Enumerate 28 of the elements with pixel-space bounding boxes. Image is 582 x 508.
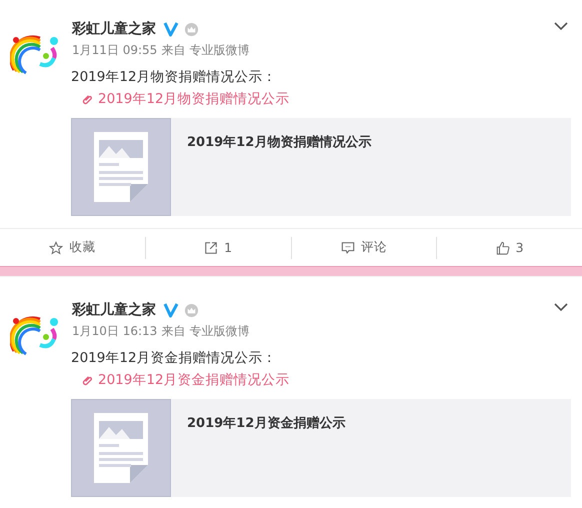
thumbs-up-icon xyxy=(496,240,510,254)
source-label: 来自 xyxy=(161,42,186,59)
article-card[interactable]: 2019年12月资金捐赠公示 xyxy=(71,399,571,497)
document-icon xyxy=(94,413,148,483)
star-icon xyxy=(49,240,64,254)
source-link[interactable]: 专业版微博 xyxy=(189,42,250,59)
comment-icon xyxy=(340,240,355,254)
post-time[interactable]: 1月11日 09:55 xyxy=(72,42,158,59)
source-label: 来自 xyxy=(161,323,186,340)
link-icon xyxy=(81,374,94,386)
card-title: 2019年12月资金捐赠公示 xyxy=(186,414,346,433)
chevron-down-icon[interactable] xyxy=(554,303,568,311)
source-link[interactable]: 专业版微博 xyxy=(189,323,250,340)
favorite-button[interactable]: 收藏 xyxy=(0,229,145,266)
share-button[interactable]: 1 xyxy=(146,229,290,266)
comment-button[interactable]: 评论 xyxy=(292,229,436,266)
post-time[interactable]: 1月10日 16:13 xyxy=(72,323,158,340)
chevron-down-icon[interactable] xyxy=(554,22,568,30)
document-icon xyxy=(94,132,148,202)
like-button[interactable]: 3 xyxy=(437,229,582,266)
post-text: 2019年12月物资捐赠情况公示： xyxy=(71,68,278,87)
link-icon xyxy=(81,92,94,106)
post-text: 2019年12月资金捐赠情况公示： xyxy=(71,349,278,368)
author-name[interactable]: 彩虹儿童之家 xyxy=(72,301,156,319)
author-name[interactable]: 彩虹儿童之家 xyxy=(72,20,156,38)
card-title: 2019年12月物资捐赠情况公示 xyxy=(186,134,372,152)
article-card[interactable]: 2019年12月物资捐赠情况公示 xyxy=(71,118,571,216)
share-icon xyxy=(204,240,218,254)
